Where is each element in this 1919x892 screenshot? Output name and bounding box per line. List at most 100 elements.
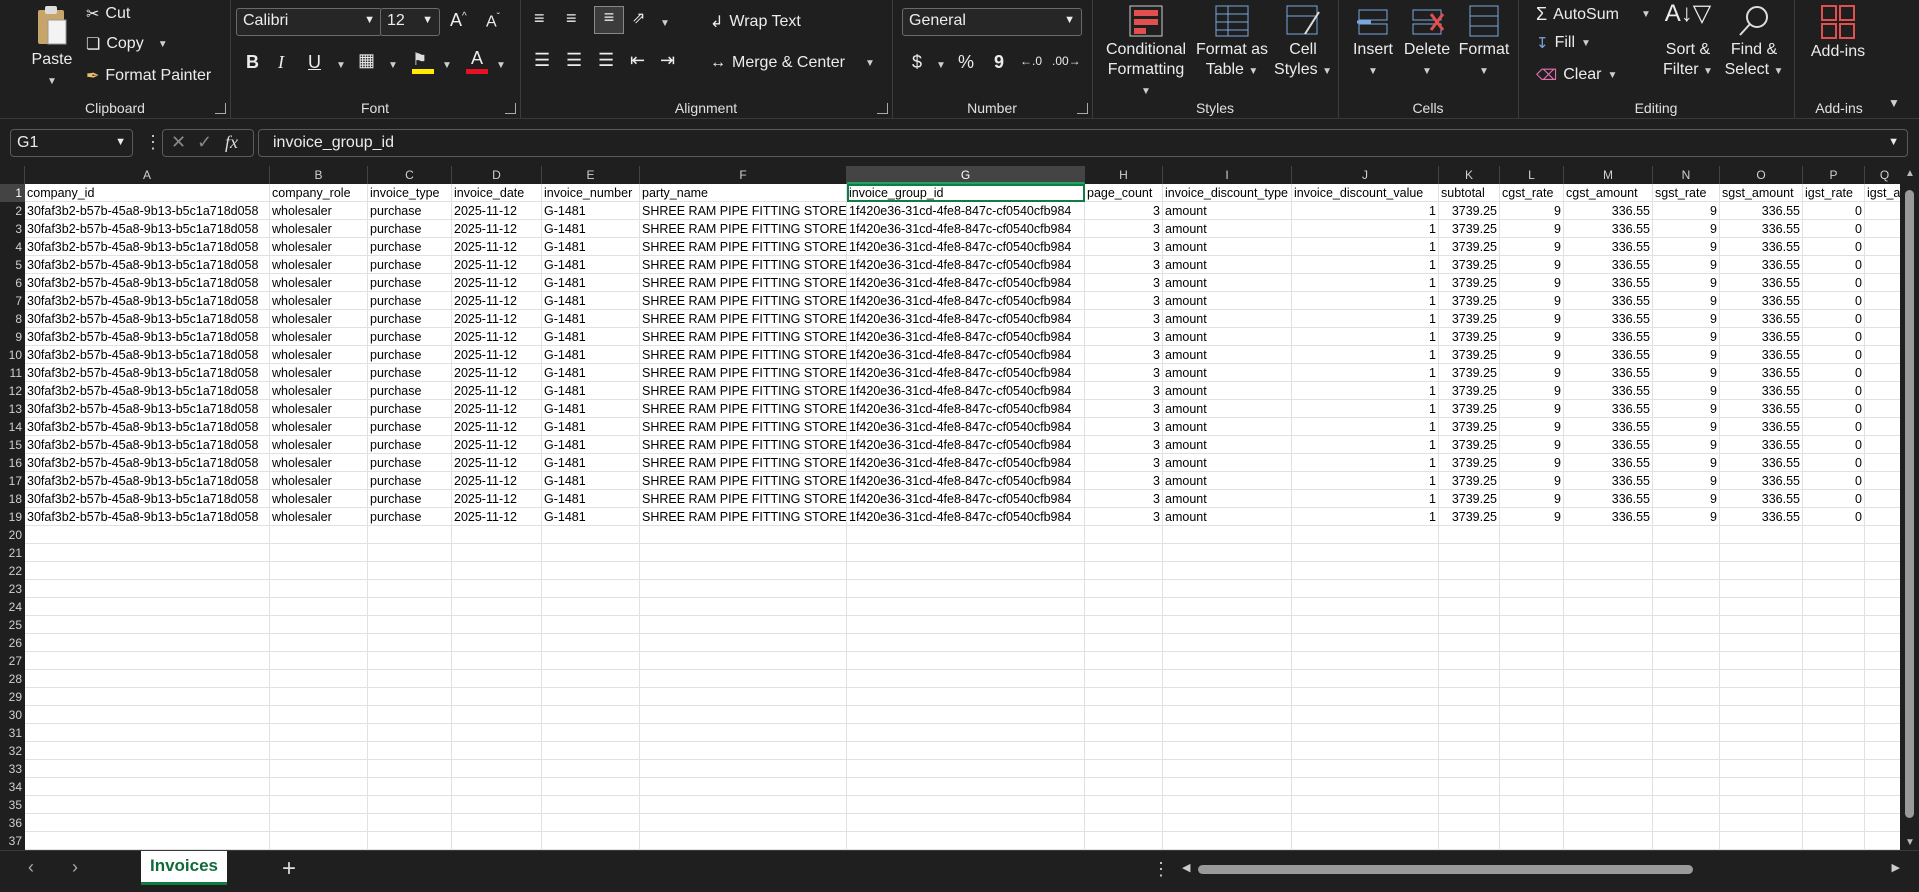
table-cell[interactable]: 336.55 [1564, 508, 1653, 526]
table-cell[interactable] [1865, 742, 1900, 760]
scroll-down-icon[interactable]: ▼ [1905, 837, 1915, 848]
table-cell[interactable]: purchase [368, 310, 452, 328]
table-cell[interactable]: wholesaler [270, 274, 368, 292]
table-cell[interactable] [1500, 580, 1564, 598]
table-cell[interactable] [368, 706, 452, 724]
table-cell[interactable] [1439, 832, 1500, 850]
table-cell[interactable]: 336.55 [1564, 472, 1653, 490]
comma-style-button[interactable]: 9 [994, 52, 1004, 73]
table-cell[interactable]: 9 [1500, 472, 1564, 490]
table-cell[interactable] [1865, 400, 1900, 418]
table-cell[interactable] [847, 742, 1085, 760]
table-cell[interactable] [1439, 634, 1500, 652]
table-cell[interactable] [640, 832, 847, 850]
table-cell[interactable] [1865, 256, 1900, 274]
table-cell[interactable] [640, 814, 847, 832]
table-cell[interactable] [368, 724, 452, 742]
row-header-27[interactable]: 27 [0, 652, 25, 670]
table-cell[interactable] [25, 526, 270, 544]
table-cell[interactable]: 1f420e36-31cd-4fe8-847c-cf0540cfb984 [847, 238, 1085, 256]
column-header-j[interactable]: J [1292, 166, 1439, 184]
table-cell[interactable]: SHREE RAM PIPE FITTING STORES [640, 400, 847, 418]
name-box[interactable]: G1 ▼ [10, 129, 133, 157]
row-header-28[interactable]: 28 [0, 670, 25, 688]
table-cell[interactable]: 9 [1653, 274, 1720, 292]
table-cell[interactable]: SHREE RAM PIPE FITTING STORES [640, 202, 847, 220]
table-cell[interactable]: amount [1163, 436, 1292, 454]
fill-color-icon[interactable]: ⚑ [412, 50, 434, 74]
table-cell[interactable] [270, 742, 368, 760]
table-cell[interactable]: 9 [1653, 238, 1720, 256]
table-cell[interactable]: 1f420e36-31cd-4fe8-847c-cf0540cfb984 [847, 292, 1085, 310]
table-cell[interactable] [25, 544, 270, 562]
header-cell[interactable]: invoice_group_id [847, 184, 1085, 202]
table-cell[interactable]: G-1481 [542, 400, 640, 418]
header-cell[interactable]: subtotal [1439, 184, 1500, 202]
table-cell[interactable] [25, 652, 270, 670]
table-cell[interactable] [1564, 598, 1653, 616]
table-cell[interactable]: wholesaler [270, 490, 368, 508]
table-cell[interactable] [368, 580, 452, 598]
table-cell[interactable] [640, 778, 847, 796]
table-cell[interactable]: 3 [1085, 508, 1163, 526]
horizontal-scrollbar[interactable]: ◀ ▶ [1180, 862, 1900, 875]
table-cell[interactable]: 336.55 [1720, 490, 1803, 508]
table-cell[interactable] [1564, 688, 1653, 706]
table-cell[interactable]: 3739.25 [1439, 472, 1500, 490]
table-cell[interactable]: 0 [1803, 400, 1865, 418]
table-cell[interactable]: 30faf3b2-b57b-45a8-9b13-b5c1a718d058 [25, 292, 270, 310]
row-header-12[interactable]: 12 [0, 382, 25, 400]
table-cell[interactable]: 336.55 [1720, 400, 1803, 418]
table-cell[interactable] [270, 778, 368, 796]
table-cell[interactable] [1720, 562, 1803, 580]
table-cell[interactable] [270, 616, 368, 634]
delete-button[interactable]: Delete ▼ [1402, 4, 1452, 82]
table-cell[interactable] [452, 580, 542, 598]
table-cell[interactable] [1865, 508, 1900, 526]
table-cell[interactable]: 1 [1292, 418, 1439, 436]
table-cell[interactable]: 3739.25 [1439, 274, 1500, 292]
table-cell[interactable] [1803, 724, 1865, 742]
table-cell[interactable] [1720, 616, 1803, 634]
table-cell[interactable] [25, 598, 270, 616]
table-cell[interactable]: amount [1163, 220, 1292, 238]
table-cell[interactable] [1865, 418, 1900, 436]
table-cell[interactable] [1439, 706, 1500, 724]
table-cell[interactable]: 336.55 [1564, 328, 1653, 346]
table-cell[interactable]: 9 [1500, 400, 1564, 418]
table-cell[interactable]: 336.55 [1564, 382, 1653, 400]
header-cell[interactable]: company_id [25, 184, 270, 202]
table-cell[interactable] [1865, 274, 1900, 292]
row-header-24[interactable]: 24 [0, 598, 25, 616]
table-cell[interactable] [1292, 688, 1439, 706]
column-header-p[interactable]: P [1803, 166, 1865, 184]
table-cell[interactable] [1500, 544, 1564, 562]
table-cell[interactable]: 2025-11-12 [452, 508, 542, 526]
table-cell[interactable]: 336.55 [1720, 346, 1803, 364]
vertical-scroll-thumb[interactable] [1905, 190, 1914, 818]
chevron-down-icon[interactable]: ▼ [1641, 9, 1651, 20]
table-cell[interactable] [1564, 742, 1653, 760]
table-cell[interactable] [542, 616, 640, 634]
table-cell[interactable] [25, 634, 270, 652]
table-cell[interactable] [368, 796, 452, 814]
table-cell[interactable]: 3739.25 [1439, 346, 1500, 364]
row-header-21[interactable]: 21 [0, 544, 25, 562]
table-cell[interactable]: 3739.25 [1439, 238, 1500, 256]
table-cell[interactable]: 336.55 [1564, 220, 1653, 238]
table-cell[interactable]: 2025-11-12 [452, 292, 542, 310]
underline-button[interactable]: U [308, 52, 321, 73]
table-cell[interactable]: amount [1163, 274, 1292, 292]
table-cell[interactable] [1439, 814, 1500, 832]
table-cell[interactable] [1803, 688, 1865, 706]
table-cell[interactable]: SHREE RAM PIPE FITTING STORES [640, 418, 847, 436]
table-cell[interactable]: 336.55 [1720, 418, 1803, 436]
table-cell[interactable]: purchase [368, 508, 452, 526]
increase-font-size-icon[interactable]: A^ [450, 10, 467, 31]
table-cell[interactable] [452, 796, 542, 814]
table-cell[interactable] [25, 724, 270, 742]
formula-input[interactable]: invoice_group_id ▼ [258, 129, 1908, 157]
table-cell[interactable]: 1f420e36-31cd-4fe8-847c-cf0540cfb984 [847, 256, 1085, 274]
prev-sheet-icon[interactable]: ‹ [28, 857, 34, 878]
table-cell[interactable]: 9 [1500, 454, 1564, 472]
